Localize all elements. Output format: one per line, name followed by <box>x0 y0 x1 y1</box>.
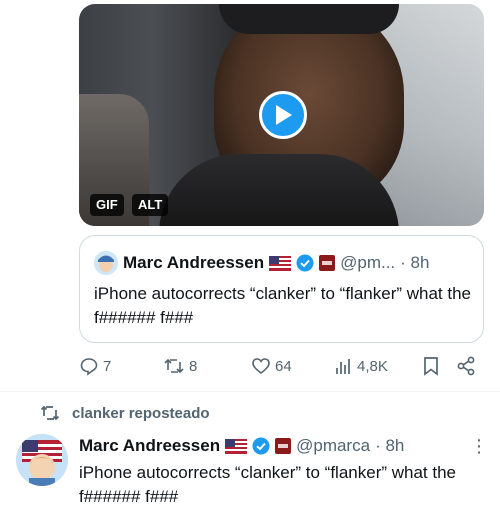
quoted-tweet-card[interactable]: Marc Andreessen @pm... · 8h iPhone autoc… <box>79 235 484 343</box>
share-icon <box>457 356 475 376</box>
views-icon <box>336 359 350 374</box>
alt-badge[interactable]: ALT <box>132 194 169 216</box>
author-name[interactable]: Marc Andreessen <box>79 436 220 456</box>
repost-count: 8 <box>189 357 198 375</box>
author-name[interactable]: Marc Andreessen <box>123 253 264 273</box>
tweet-text: iPhone autocorrects “clanker” to “flanke… <box>79 463 457 506</box>
bookmark-button[interactable] <box>422 356 440 376</box>
author-handle[interactable]: @pmarca <box>296 436 370 456</box>
tweet-divider <box>0 391 500 392</box>
us-flag-icon <box>269 255 292 271</box>
avatar[interactable] <box>16 434 68 486</box>
affiliation-badge-icon[interactable] <box>319 255 336 271</box>
repost-icon <box>40 405 60 421</box>
share-button[interactable] <box>456 356 476 376</box>
tweet-header: Marc Andreessen @pmarca · 8h <box>79 436 404 456</box>
repost-banner[interactable]: clanker reposteado <box>40 404 210 422</box>
heart-icon <box>252 358 270 375</box>
tweet-time[interactable]: · 8h <box>400 253 429 273</box>
more-options-icon[interactable]: ⋮ <box>470 436 488 457</box>
affiliation-badge-icon[interactable] <box>275 438 292 454</box>
avatar[interactable] <box>94 251 118 275</box>
repost-banner-text: clanker reposteado <box>72 404 210 422</box>
verified-badge-icon[interactable] <box>252 437 270 455</box>
view-count: 4,8K <box>357 357 388 375</box>
bookmark-icon <box>424 357 438 376</box>
gif-frame-cap <box>219 4 399 34</box>
like-count: 64 <box>275 357 292 375</box>
repost-icon <box>164 358 184 374</box>
reply-count: 7 <box>103 357 112 375</box>
reply-button[interactable]: 7 <box>79 356 111 376</box>
quoted-tweet-header: Marc Andreessen @pm... · 8h <box>94 251 429 275</box>
us-flag-icon <box>225 438 248 454</box>
tweet-time[interactable]: · 8h <box>375 436 404 456</box>
verified-badge-icon[interactable] <box>296 254 314 272</box>
repost-button[interactable]: 8 <box>163 356 197 376</box>
reply-icon <box>80 358 98 376</box>
quoted-tweet-text: iPhone autocorrects “clanker” to “flanke… <box>94 284 472 327</box>
gif-badge: GIF <box>90 194 124 216</box>
play-button[interactable] <box>259 91 307 139</box>
play-icon <box>276 105 292 125</box>
gif-media[interactable]: GIF ALT <box>79 4 484 226</box>
author-handle[interactable]: @pm... <box>340 253 395 273</box>
views-button[interactable]: 4,8K <box>335 356 388 376</box>
tweet-action-bar: 7 8 64 4,8K <box>79 356 484 380</box>
like-button[interactable]: 64 <box>251 356 292 376</box>
